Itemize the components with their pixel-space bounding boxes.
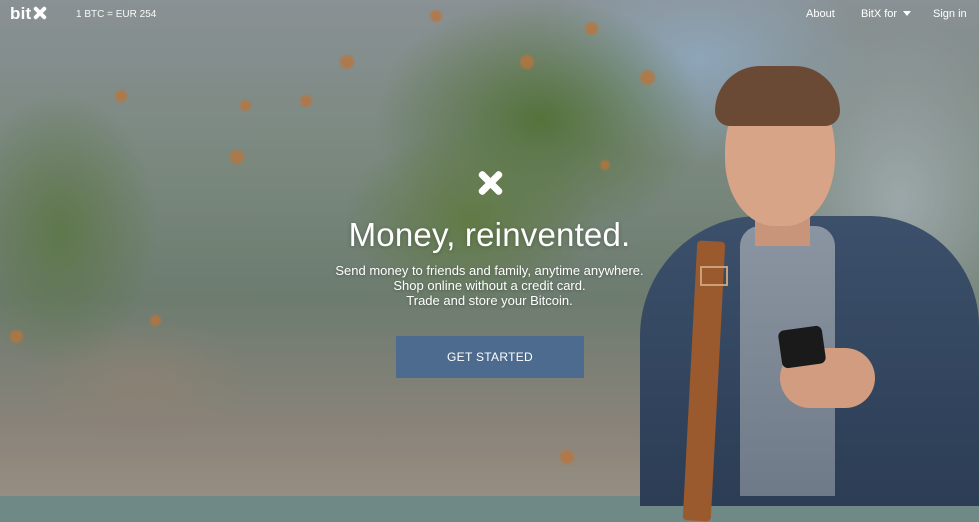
hero-title: Money, reinvented. <box>348 216 631 253</box>
top-navigation: bit 1 BTC = EUR 254 About BitX for Sign … <box>0 0 979 28</box>
nav-sign-in-link[interactable]: Sign in <box>933 8 967 20</box>
subtitle-line: Shop online without a credit card. <box>393 278 586 293</box>
btc-rate-ticker: 1 BTC = EUR 254 <box>76 9 157 20</box>
subtitle-line: Trade and store your Bitcoin. <box>406 293 573 308</box>
caret-down-icon <box>903 11 912 16</box>
subtitle-line: Send money to friends and family, anytim… <box>335 263 644 278</box>
logo-text: bit <box>10 4 32 23</box>
bitx-for-label: BitX for <box>861 8 898 20</box>
nav-bitx-for-dropdown[interactable]: BitX for <box>861 8 912 20</box>
nav-about-link[interactable]: About <box>806 8 835 20</box>
bitx-logo[interactable]: bit <box>10 4 48 24</box>
hero-subtitle: Send money to friends and family, anytim… <box>0 263 979 308</box>
bitx-x-icon <box>475 168 505 198</box>
bitx-x-icon <box>32 5 48 21</box>
get-started-button[interactable]: GET STARTED <box>396 336 584 378</box>
